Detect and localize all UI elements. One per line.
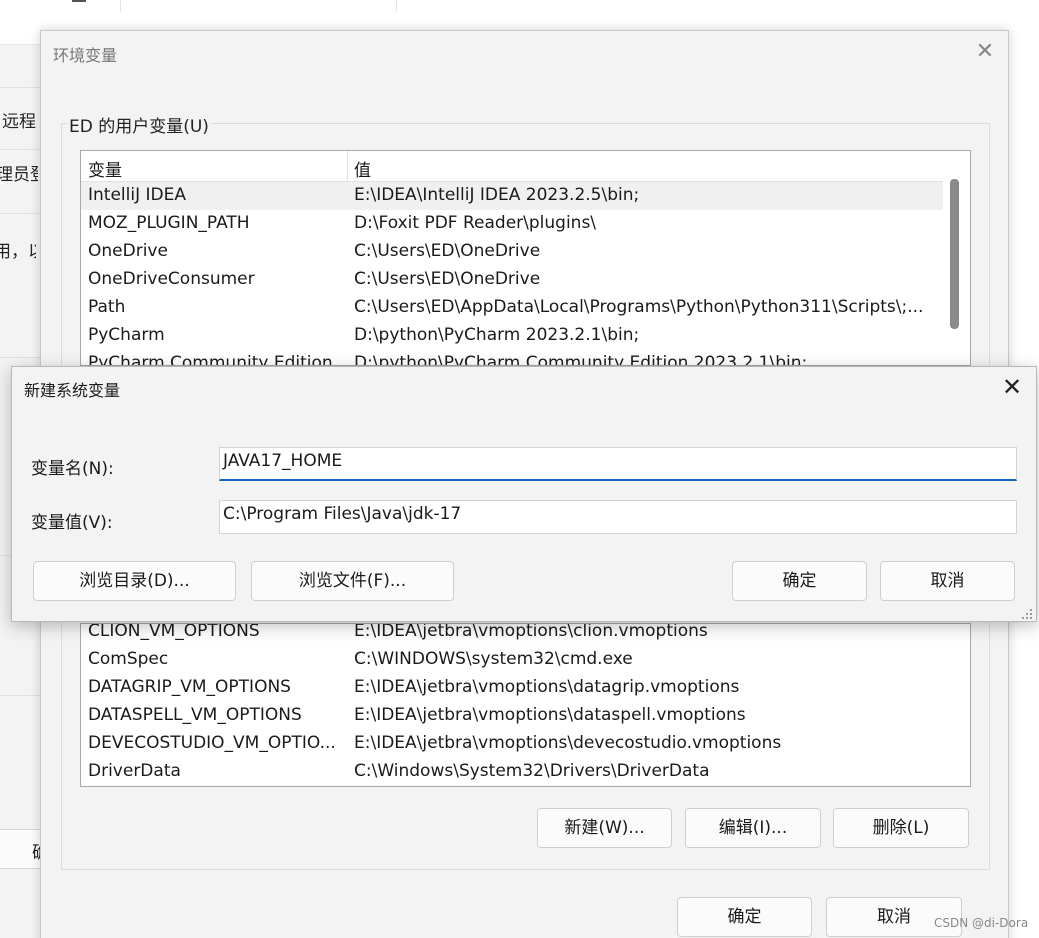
variable-value: C:\Users\ED\AppData\Local\Programs\Pytho…: [354, 297, 924, 317]
background-ok-button[interactable]: 确: [0, 829, 49, 869]
list-item[interactable]: OneDrive C:\Users\ED\OneDrive: [81, 238, 943, 266]
list-item[interactable]: DEVECOSTUDIO_VM_OPTIO... E:\IDEA\jetbra\v…: [81, 730, 943, 758]
list-item[interactable]: DATAGRIP_VM_OPTIONS E:\IDEA\jetbra\vmopti…: [81, 674, 943, 702]
list-item[interactable]: IntelliJ IDEA E:\IDEA\IntelliJ IDEA 2023.…: [81, 182, 943, 210]
browse-file-button[interactable]: 浏览文件(F)...: [251, 561, 454, 601]
variable-name: PyCharm Community Edition: [88, 353, 333, 366]
dialog-body: 变量名(N): JAVA17_HOME 变量值(V): C:\Program F…: [12, 410, 1036, 621]
column-header-variable[interactable]: 变量: [88, 156, 122, 181]
column-header-value[interactable]: 值: [354, 156, 371, 181]
variable-name: CLION_VM_OPTIONS: [88, 623, 260, 641]
background-text-use: 用，以: [0, 242, 36, 262]
divider: [0, 149, 42, 150]
variable-value: C:\WINDOWS\system32\cmd.exe: [354, 649, 633, 669]
variable-value-input[interactable]: C:\Program Files\Java\jdk-17: [219, 500, 1017, 534]
watermark: CSDN @di-Dora: [934, 916, 1029, 930]
variable-name: DriverData: [88, 761, 181, 781]
list-item[interactable]: PyCharm Community Edition D:\python\PyCha…: [81, 350, 943, 366]
variable-value: E:\IDEA\jetbra\vmoptions\clion.vmoptions: [354, 623, 708, 641]
variable-name: OneDriveConsumer: [88, 269, 255, 289]
variable-name: OneDrive: [88, 241, 168, 261]
variable-name: IntelliJ IDEA: [88, 185, 186, 205]
variable-name: DATAGRIP_VM_OPTIONS: [88, 677, 291, 697]
background-text-admin: 理员登: [0, 165, 38, 185]
background-top-bar: [0, 0, 1039, 14]
new-button[interactable]: 新建(W)...: [537, 808, 672, 848]
resize-grip-icon[interactable]: [1020, 607, 1034, 621]
dialog-title-bar: 新建系统变量 ✕: [12, 367, 1036, 410]
divider: [0, 213, 42, 214]
variable-name-label: 变量名(N):: [31, 459, 114, 479]
variable-value: D:\Foxit PDF Reader\plugins\: [354, 213, 597, 233]
variable-name: PyCharm: [88, 325, 165, 345]
close-icon[interactable]: ✕: [997, 373, 1027, 403]
variable-value: D:\python\PyCharm 2023.2.1\bin;: [354, 325, 640, 345]
background-text-remote: 远程: [2, 112, 36, 132]
variable-value: E:\IDEA\IntelliJ IDEA 2023.2.5\bin;: [354, 185, 640, 205]
list-item[interactable]: DATASPELL_VM_OPTIONS E:\IDEA\jetbra\vmopt…: [81, 702, 943, 730]
variable-name: DEVECOSTUDIO_VM_OPTIO...: [88, 733, 336, 753]
variable-name: Path: [88, 297, 126, 317]
ok-button[interactable]: 确定: [677, 897, 812, 937]
divider: [0, 357, 42, 358]
list-item[interactable]: CLION_VM_OPTIONS E:\IDEA\jetbra\vmoptions…: [81, 623, 943, 646]
list-header: 变量 值: [81, 151, 943, 182]
top-separator: [396, 0, 397, 12]
dialog-title: 新建系统变量: [24, 381, 121, 400]
variable-name: ComSpec: [88, 649, 169, 669]
browse-directory-button[interactable]: 浏览目录(D)...: [33, 561, 236, 601]
user-variables-label: ED 的用户变量(U): [67, 112, 211, 137]
scrollbar-thumb[interactable]: [950, 179, 959, 329]
cancel-button[interactable]: 取消: [880, 561, 1015, 601]
user-variables-list[interactable]: 变量 值 IntelliJ IDEA E:\IDEA\IntelliJ IDEA …: [80, 150, 971, 366]
ok-button[interactable]: 确定: [732, 561, 867, 601]
variable-name: DATASPELL_VM_OPTIONS: [88, 705, 302, 725]
list-item[interactable]: MOZ_PLUGIN_PATH D:\Foxit PDF Reader\plugi…: [81, 210, 943, 238]
list-item[interactable]: Path C:\Users\ED\AppData\Local\Programs\P…: [81, 294, 943, 322]
variable-name: MOZ_PLUGIN_PATH: [88, 213, 250, 233]
system-variables-list[interactable]: CLION_VM_OPTIONS E:\IDEA\jetbra\vmoptions…: [80, 623, 971, 787]
minimize-glyph: [72, 0, 86, 2]
delete-button[interactable]: 删除(L): [833, 808, 969, 848]
top-separator: [120, 0, 121, 12]
variable-value-label: 变量值(V):: [31, 513, 113, 533]
variable-value: C:\Users\ED\OneDrive: [354, 269, 541, 289]
list-item[interactable]: PyCharm D:\python\PyCharm 2023.2.1\bin;: [81, 322, 943, 350]
divider: [0, 695, 42, 696]
list-item[interactable]: DriverData C:\Windows\System32\Drivers\Dr…: [81, 758, 943, 786]
dialog-title: 环境变量: [53, 46, 118, 65]
variable-value: D:\python\PyCharm Community Edition 2023…: [354, 353, 808, 366]
list-item[interactable]: ComSpec C:\WINDOWS\system32\cmd.exe: [81, 646, 943, 674]
new-system-variable-dialog: 新建系统变量 ✕ 变量名(N): JAVA17_HOME 变量值(V): C:\…: [11, 366, 1037, 622]
scrollbar-track[interactable]: [947, 624, 970, 786]
variable-value: C:\Windows\System32\Drivers\DriverData: [354, 761, 710, 781]
variable-value: E:\IDEA\jetbra\vmoptions\dataspell.vmopt…: [354, 705, 746, 725]
variable-value: E:\IDEA\jetbra\vmoptions\datagrip.vmopti…: [354, 677, 740, 697]
column-divider[interactable]: [347, 151, 348, 182]
close-icon[interactable]: ✕: [971, 40, 999, 66]
divider: [0, 87, 42, 88]
variable-value: E:\IDEA\jetbra\vmoptions\devecostudio.vm…: [354, 733, 782, 753]
variable-name-input[interactable]: JAVA17_HOME: [219, 447, 1017, 481]
edit-button[interactable]: 编辑(I)...: [685, 808, 821, 848]
list-item[interactable]: OneDriveConsumer C:\Users\ED\OneDrive: [81, 266, 943, 294]
variable-value: C:\Users\ED\OneDrive: [354, 241, 541, 261]
